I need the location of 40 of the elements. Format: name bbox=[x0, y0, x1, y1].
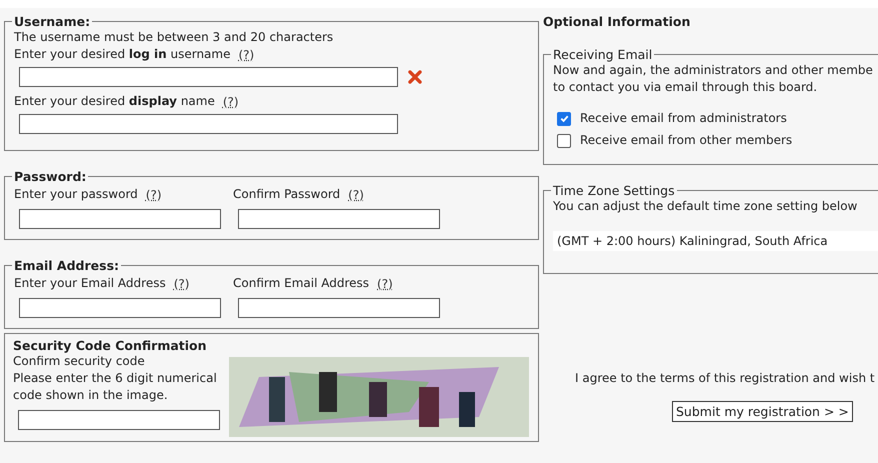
help-link[interactable]: (?) bbox=[348, 188, 364, 202]
checkbox[interactable] bbox=[557, 112, 571, 126]
hint-text: The username must be between 3 and 20 characters bbox=[14, 29, 334, 46]
help-link[interactable]: (?) bbox=[146, 188, 162, 202]
agreement-text: I agree to the terms of this registration and wish t bbox=[575, 370, 876, 387]
field-label: Enter your password bbox=[14, 186, 138, 203]
panel-legend: Email Address: bbox=[12, 258, 122, 273]
check-icon bbox=[558, 113, 570, 124]
help-link[interactable]: (?) bbox=[174, 276, 190, 290]
input-field[interactable] bbox=[18, 410, 220, 430]
field-label: Enter your Email Address bbox=[14, 275, 166, 292]
input-field[interactable] bbox=[238, 209, 440, 229]
field-label: Enter your desired display name bbox=[14, 93, 215, 110]
input-field[interactable] bbox=[19, 67, 398, 87]
field-label: Confirm Password bbox=[233, 186, 340, 203]
input-field[interactable] bbox=[238, 298, 440, 318]
input-field[interactable] bbox=[19, 209, 221, 229]
section-title: Optional Information bbox=[543, 14, 692, 29]
field-label: Enter your desired log in username bbox=[14, 46, 230, 63]
error-cross-icon bbox=[408, 70, 422, 84]
description-text: Now and again, the administrators and other membe to contact you via email through this board. bbox=[553, 62, 874, 96]
input-field[interactable] bbox=[19, 114, 398, 134]
checkbox[interactable] bbox=[557, 134, 571, 148]
panel-legend: Receiving Email bbox=[551, 47, 654, 62]
help-link[interactable]: (?) bbox=[238, 48, 254, 62]
panel-legend: Username: bbox=[12, 14, 92, 29]
description-text: You can adjust the default time zone setting below bbox=[553, 198, 858, 215]
field-label: Confirm Email Address bbox=[233, 275, 370, 292]
instruction-text: Confirm security code bbox=[13, 353, 146, 370]
submit-button[interactable]: Submit my registration > > bbox=[672, 401, 853, 422]
checkbox-label: Receive email from other members bbox=[580, 132, 794, 149]
help-link[interactable]: (?) bbox=[377, 276, 393, 290]
time-zone-select[interactable]: (GMT + 2:00 hours) Kaliningrad, South Africa bbox=[553, 231, 878, 251]
instruction-text: Please enter the 6 digit numerical code shown in the image. bbox=[13, 370, 218, 404]
section-title: Security Code Confirmation bbox=[13, 338, 208, 353]
input-field[interactable] bbox=[19, 298, 221, 318]
panel-legend: Time Zone Settings bbox=[551, 183, 677, 198]
checkbox-label: Receive email from administrators bbox=[580, 110, 788, 127]
panel-legend: Password: bbox=[12, 169, 88, 184]
help-link[interactable]: (?) bbox=[222, 94, 239, 108]
